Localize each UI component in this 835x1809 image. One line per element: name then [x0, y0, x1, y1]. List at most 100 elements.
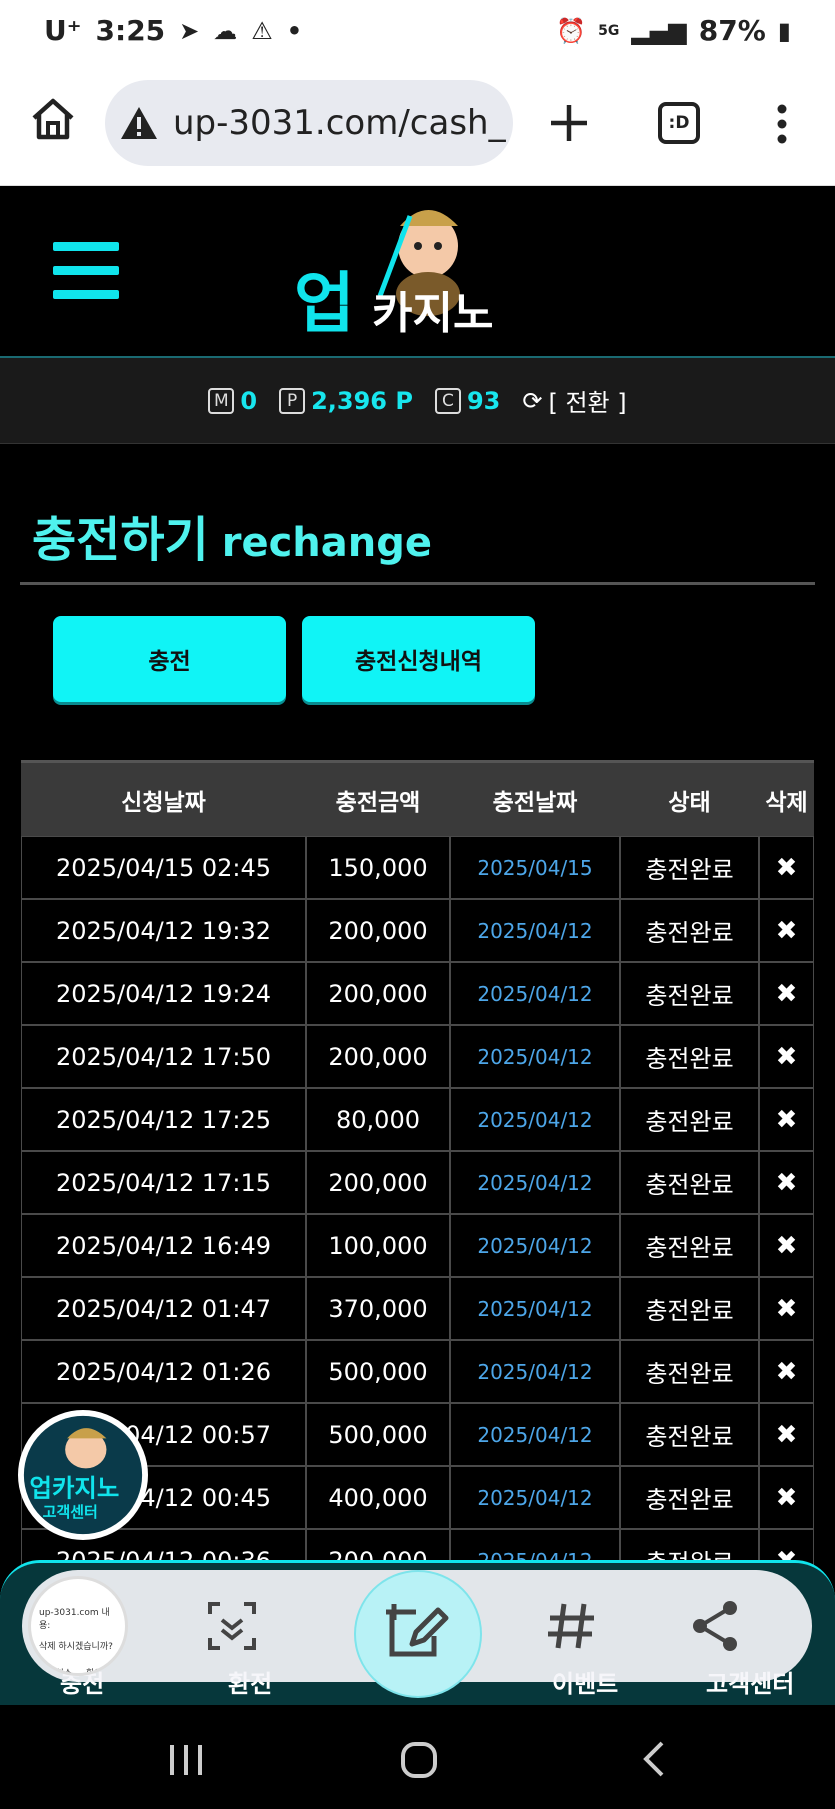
- point-value: 2,396 P: [311, 386, 413, 415]
- hamburger-menu-icon[interactable]: [53, 242, 119, 299]
- table-row: 2025/04/12 19:24 200,000 2025/04/12 충전완료 ✖: [21, 962, 814, 1025]
- header-status: 상태: [668, 789, 711, 816]
- recent-apps-icon[interactable]: [168, 1743, 204, 1777]
- point-balance: P 2,396 P: [279, 387, 413, 415]
- android-nav-bar: [0, 1705, 835, 1809]
- cell-amount: 200,000: [306, 899, 450, 962]
- cell-charged-date[interactable]: 2025/04/12: [450, 1214, 620, 1277]
- status-right: ⏰ 5G ▂▄▆ 87% ▮: [556, 14, 791, 47]
- warning-icon: ⚠: [251, 16, 273, 45]
- table-row: 2025/04/12 17:25 80,000 2025/04/12 충전완료 ✖: [21, 1088, 814, 1151]
- header-delete: 삭제: [765, 789, 808, 816]
- cell-charged-date[interactable]: 2025/04/15: [450, 836, 620, 899]
- share-icon[interactable]: [686, 1596, 746, 1656]
- delete-icon[interactable]: ✖: [759, 1214, 814, 1277]
- cell-requested-date: 2025/04/12 17:50: [21, 1025, 306, 1088]
- delete-icon[interactable]: ✖: [759, 1151, 814, 1214]
- coin-balance: C 93: [434, 386, 501, 415]
- home-icon[interactable]: [30, 96, 76, 142]
- logo-text-main: 업: [294, 265, 355, 342]
- cell-charged-date[interactable]: 2025/04/12: [450, 962, 620, 1025]
- badge-text-sub: 고객센터: [43, 1503, 98, 1521]
- customer-center-badge[interactable]: 업카지노 고객센터: [18, 1410, 148, 1540]
- header-requested-date: 신청날짜: [121, 789, 206, 816]
- tab-switcher-label: :D: [668, 113, 690, 133]
- more-menu-icon[interactable]: [776, 104, 788, 144]
- cell-requested-date: 2025/04/12 16:49: [21, 1214, 306, 1277]
- cell-status: 충전완료: [620, 836, 759, 899]
- cell-amount: 100,000: [306, 1214, 450, 1277]
- cell-requested-date: 2025/04/12 17:25: [21, 1088, 306, 1151]
- cell-charged-date[interactable]: 2025/04/12: [450, 1151, 620, 1214]
- cell-charged-date[interactable]: 2025/04/12: [450, 1277, 620, 1340]
- preview-title: up-3031.com 내용:: [39, 1608, 110, 1631]
- cell-charged-date[interactable]: 2025/04/12: [450, 1340, 620, 1403]
- delete-icon[interactable]: ✖: [759, 1403, 814, 1466]
- cell-charged-date[interactable]: 2025/04/12: [450, 1088, 620, 1151]
- cloud-icon: ☁: [213, 16, 238, 45]
- screenshot-preview[interactable]: up-3031.com 내용: 삭제 하시겠습니까? 취소 확인: [28, 1576, 128, 1676]
- logo-text-sub: 카지노: [372, 288, 493, 339]
- page-title: 충전하기 rechange: [32, 500, 432, 570]
- cell-status: 충전완료: [620, 1340, 759, 1403]
- badge-text-main: 업카지노: [30, 1474, 120, 1503]
- coin-value: 93: [466, 386, 501, 415]
- cell-status: 충전완료: [620, 1151, 759, 1214]
- cell-charged-date[interactable]: 2025/04/12: [450, 899, 620, 962]
- delete-icon[interactable]: ✖: [759, 899, 814, 962]
- delete-icon[interactable]: ✖: [759, 1466, 814, 1529]
- delete-icon[interactable]: ✖: [759, 962, 814, 1025]
- cell-amount: 200,000: [306, 962, 450, 1025]
- back-icon[interactable]: [640, 1739, 666, 1779]
- table-row: 2025/04/12 17:15 200,000 2025/04/12 충전완료 ✖: [21, 1151, 814, 1214]
- convert-label: [ 전환 ]: [548, 389, 627, 417]
- edit-screenshot-icon[interactable]: [354, 1570, 482, 1698]
- delete-icon[interactable]: ✖: [759, 1277, 814, 1340]
- new-tab-icon[interactable]: [548, 102, 590, 144]
- cell-status: 충전완료: [620, 1088, 759, 1151]
- cell-charged-date[interactable]: 2025/04/12: [450, 1025, 620, 1088]
- table-row: 2025/04/12 01:47 370,000 2025/04/12 충전완료 ✖: [21, 1277, 814, 1340]
- preview-message: 삭제 하시겠습니까?: [39, 1642, 113, 1652]
- delete-icon[interactable]: ✖: [759, 836, 814, 899]
- cell-requested-date: 2025/04/12 17:15: [21, 1151, 306, 1214]
- header-charged-date: 충전날짜: [492, 789, 578, 816]
- cell-amount: 500,000: [306, 1340, 450, 1403]
- cell-status: 충전완료: [620, 1025, 759, 1088]
- browser-toolbar: up-3031.com/cash_ :D: [0, 64, 835, 186]
- table-header: 신청날짜 충전금액 충전날짜 상태 삭제: [21, 760, 814, 836]
- cell-requested-date: 2025/04/12 01:47: [21, 1277, 306, 1340]
- charge-history-button[interactable]: 충전신청내역: [302, 616, 535, 702]
- url-text[interactable]: up-3031.com/cash_: [173, 103, 506, 143]
- home-nav-icon[interactable]: [400, 1741, 438, 1779]
- cell-requested-date: 2025/04/15 02:45: [21, 836, 306, 899]
- cell-amount: 200,000: [306, 1151, 450, 1214]
- cell-amount: 370,000: [306, 1277, 450, 1340]
- convert-button[interactable]: ⟳ [ 전환 ]: [522, 383, 626, 418]
- header-amount: 충전금액: [335, 789, 421, 816]
- refresh-icon: ⟳: [522, 386, 543, 415]
- delete-icon[interactable]: ✖: [759, 1025, 814, 1088]
- insecure-warning-icon[interactable]: [119, 105, 159, 141]
- site-logo[interactable]: 업 카지노: [290, 186, 550, 358]
- status-bar: U⁺ 3:25 ➤ ☁ ⚠ • ⏰ 5G ▂▄▆ 87% ▮: [0, 0, 835, 64]
- charge-tab-button[interactable]: 충전: [53, 616, 286, 702]
- hashtag-icon[interactable]: [542, 1596, 602, 1656]
- cell-charged-date[interactable]: 2025/04/12: [450, 1403, 620, 1466]
- signal-icon: ▂▄▆: [631, 16, 687, 45]
- address-bar[interactable]: up-3031.com/cash_: [105, 80, 513, 166]
- page-title-ko: 충전하기: [32, 512, 209, 568]
- coin-icon: C: [434, 387, 461, 414]
- money-value: 0: [240, 386, 258, 415]
- cell-charged-date[interactable]: 2025/04/12: [450, 1466, 620, 1529]
- tab-switcher-button[interactable]: :D: [658, 102, 700, 144]
- table-row: 2025/04/12 01:26 500,000 2025/04/12 충전완료 ✖: [21, 1340, 814, 1403]
- network-label: 5G: [598, 22, 620, 39]
- cell-status: 충전완료: [620, 962, 759, 1025]
- title-divider: [20, 582, 815, 585]
- delete-icon[interactable]: ✖: [759, 1088, 814, 1151]
- delete-icon[interactable]: ✖: [759, 1340, 814, 1403]
- scroll-capture-icon[interactable]: [202, 1596, 262, 1656]
- cell-requested-date: 2025/04/12 19:32: [21, 899, 306, 962]
- cell-amount: 500,000: [306, 1403, 450, 1466]
